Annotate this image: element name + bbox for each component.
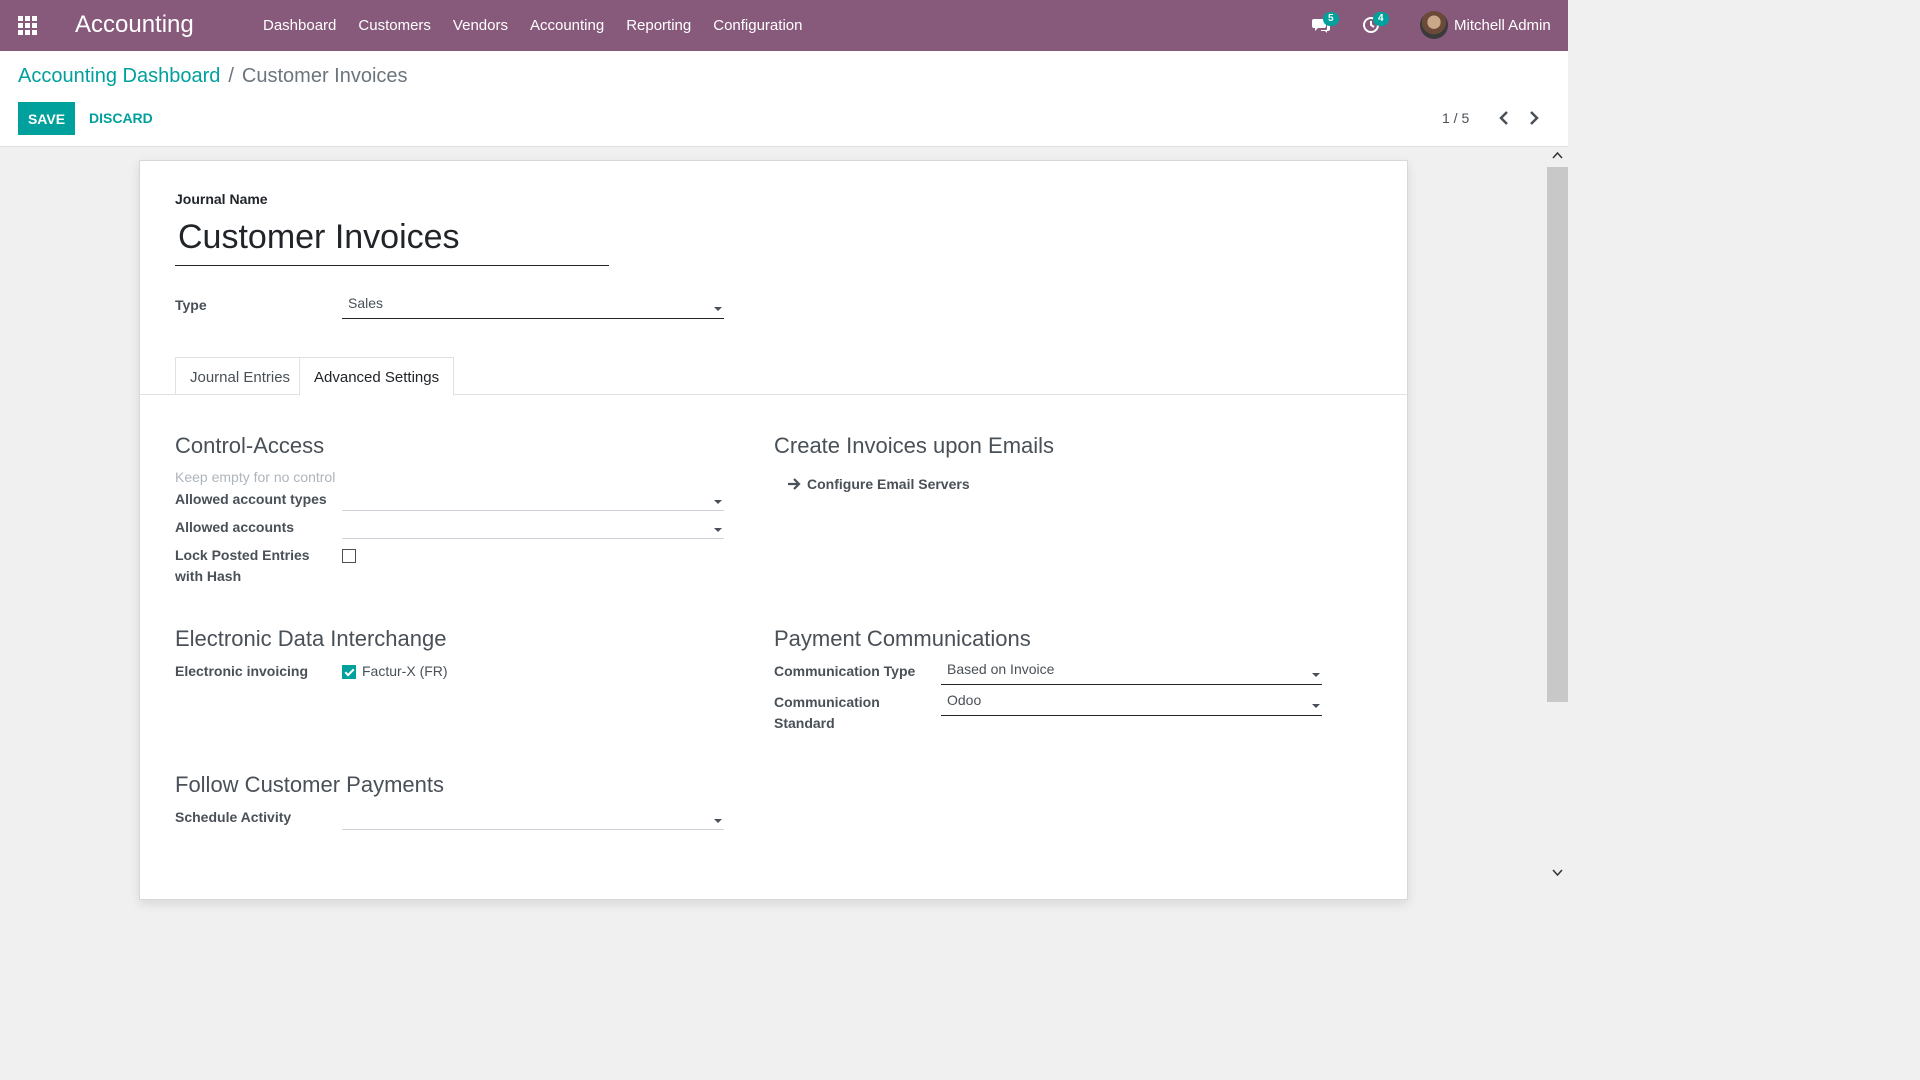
user-name: Mitchell Admin bbox=[1454, 16, 1551, 34]
communication-standard-label-line2: Standard bbox=[774, 715, 835, 731]
configure-email-servers-label: Configure Email Servers bbox=[807, 476, 970, 492]
control-access-hint: Keep empty for no control bbox=[175, 469, 336, 485]
electronic-invoicing-label: Electronic invoicing bbox=[175, 663, 309, 679]
factur-x-checkbox[interactable] bbox=[342, 665, 356, 679]
main-menu: Dashboard Customers Vendors Accounting R… bbox=[263, 17, 824, 34]
scrollbar-thumb[interactable] bbox=[1547, 167, 1568, 702]
lock-posted-label-line1: Lock Posted Entries bbox=[175, 547, 310, 563]
caret-down-icon bbox=[714, 528, 722, 532]
type-label: Type bbox=[175, 297, 207, 313]
lock-posted-checkbox[interactable] bbox=[342, 549, 356, 563]
communication-standard-select[interactable]: Odoo bbox=[941, 692, 1322, 716]
breadcrumb-parent[interactable]: Accounting Dashboard bbox=[18, 65, 220, 88]
arrow-right-icon bbox=[788, 478, 801, 490]
lock-posted-label: Lock Posted Entries with Hash bbox=[175, 545, 310, 587]
allowed-accounts-select[interactable] bbox=[342, 518, 724, 539]
chevron-up-icon[interactable] bbox=[1551, 149, 1564, 163]
apps-grid-icon[interactable] bbox=[18, 16, 38, 36]
form-sheet: Journal Name Customer Invoices Type Sale… bbox=[139, 160, 1408, 900]
tab-journal-entries[interactable]: Journal Entries bbox=[175, 357, 306, 395]
save-button[interactable]: SAVE bbox=[18, 102, 75, 135]
messages-badge: 5 bbox=[1323, 12, 1339, 26]
control-access-title: Control-Access bbox=[175, 433, 325, 458]
allowed-accounts-label: Allowed accounts bbox=[175, 519, 295, 535]
menu-item-configuration[interactable]: Configuration bbox=[713, 17, 802, 34]
chevron-down-icon[interactable] bbox=[1551, 865, 1564, 879]
journal-name-label: Journal Name bbox=[175, 191, 268, 207]
schedule-activity-select[interactable] bbox=[342, 808, 724, 830]
factur-x-label: Factur-X (FR) bbox=[362, 663, 448, 679]
caret-down-icon bbox=[714, 306, 722, 311]
chevron-right-icon[interactable] bbox=[1526, 108, 1542, 128]
type-select[interactable]: Sales bbox=[342, 295, 724, 319]
scrollbar[interactable] bbox=[1547, 147, 1568, 882]
tab-advanced-settings[interactable]: Advanced Settings bbox=[299, 357, 455, 396]
follow-payments-title: Follow Customer Payments bbox=[175, 772, 444, 797]
avatar bbox=[1420, 11, 1448, 39]
breadcrumb-separator: / bbox=[228, 65, 234, 87]
journal-name-input[interactable]: Customer Invoices bbox=[175, 213, 609, 266]
communication-type-value: Based on Invoice bbox=[947, 661, 1055, 677]
payment-communications-title: Payment Communications bbox=[774, 626, 1031, 651]
activities-badge: 4 bbox=[1373, 12, 1389, 26]
breadcrumb: Accounting Dashboard / Customer Invoices bbox=[18, 65, 408, 88]
menu-item-vendors[interactable]: Vendors bbox=[453, 17, 508, 34]
breadcrumb-current: Customer Invoices bbox=[241, 65, 408, 87]
menu-item-dashboard[interactable]: Dashboard bbox=[263, 17, 336, 34]
lock-posted-label-line2: with Hash bbox=[175, 568, 242, 584]
communication-standard-label-line1: Communication bbox=[774, 694, 880, 710]
menu-item-accounting[interactable]: Accounting bbox=[530, 17, 604, 34]
allowed-account-types-label: Allowed account types bbox=[175, 491, 327, 507]
caret-down-icon bbox=[714, 818, 722, 823]
app-name: Accounting bbox=[75, 11, 194, 38]
control-panel: Accounting Dashboard / Customer Invoices… bbox=[0, 51, 1568, 147]
schedule-activity-label: Schedule Activity bbox=[175, 809, 292, 825]
type-value: Sales bbox=[348, 295, 384, 311]
top-navbar: Accounting Dashboard Customers Vendors A… bbox=[0, 0, 1568, 51]
menu-item-reporting[interactable]: Reporting bbox=[626, 17, 691, 34]
communication-standard-label: Communication Standard bbox=[774, 692, 880, 734]
communication-type-select[interactable]: Based on Invoice bbox=[941, 661, 1322, 685]
messages-button[interactable]: 5 bbox=[1312, 12, 1339, 34]
caret-down-icon bbox=[714, 500, 722, 504]
communication-standard-value: Odoo bbox=[947, 692, 982, 708]
edi-title: Electronic Data Interchange bbox=[175, 626, 447, 651]
allowed-account-types-select[interactable] bbox=[342, 490, 724, 511]
chevron-left-icon[interactable] bbox=[1496, 108, 1512, 128]
discard-button[interactable]: DISCARD bbox=[89, 110, 153, 126]
create-invoices-title: Create Invoices upon Emails bbox=[774, 433, 1055, 458]
activities-button[interactable]: 4 bbox=[1362, 12, 1389, 34]
user-menu[interactable]: Mitchell Admin bbox=[1420, 11, 1551, 39]
caret-down-icon bbox=[1312, 672, 1320, 677]
caret-down-icon bbox=[1312, 703, 1320, 708]
notebook-tabs: Journal Entries Advanced Settings bbox=[140, 357, 1407, 396]
menu-item-customers[interactable]: Customers bbox=[358, 17, 431, 34]
communication-type-label: Communication Type bbox=[774, 663, 916, 679]
pager-value[interactable]: 1 / 5 bbox=[1442, 110, 1469, 126]
configure-email-servers-link[interactable]: Configure Email Servers bbox=[787, 476, 970, 492]
